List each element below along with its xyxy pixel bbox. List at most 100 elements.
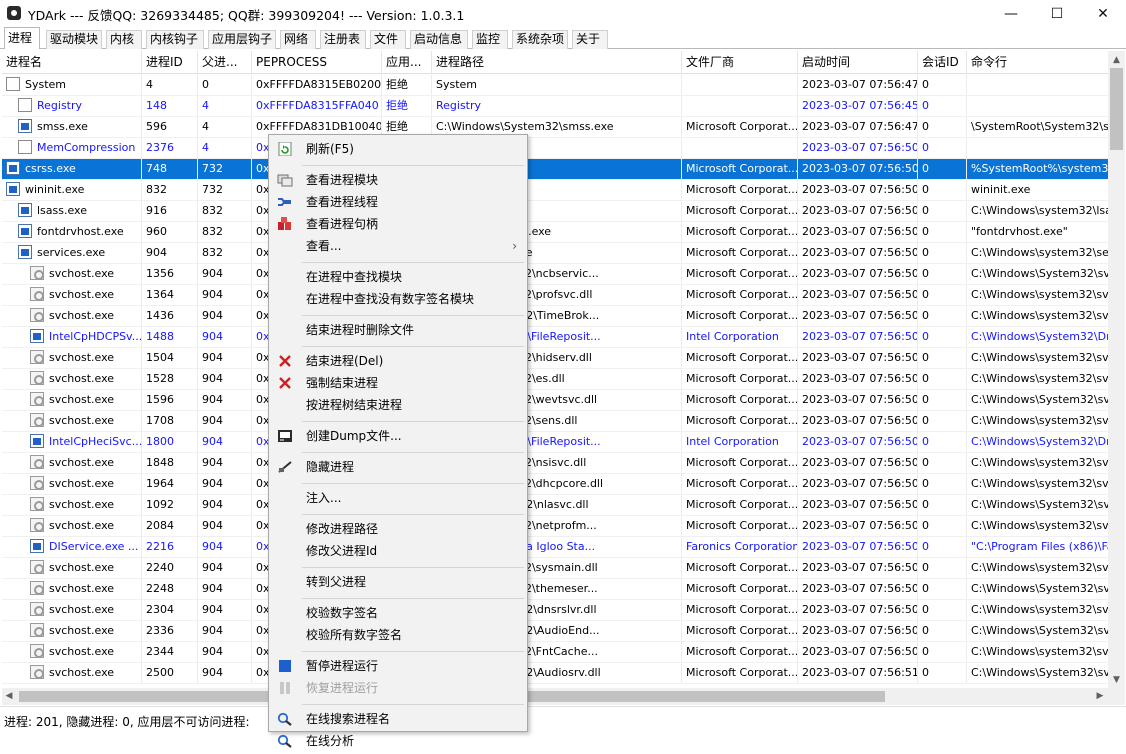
column-header-ppid[interactable]: 父进...: [198, 51, 252, 74]
table-row[interactable]: svchost.exe22489040xindows\system32\them…: [2, 579, 1108, 600]
menu-item-8[interactable]: 在进程中查找没有数字签名模块: [269, 289, 527, 309]
table-row[interactable]: svchost.exe15049040xindows\system32\hids…: [2, 348, 1108, 369]
menu-item-2[interactable]: 查看进程模块: [269, 170, 527, 190]
menu-item-label: 转到父进程: [306, 575, 367, 589]
menu-item-4[interactable]: 查看进程句柄: [269, 214, 527, 234]
menu-item-34[interactable]: 在线分析: [269, 731, 527, 751]
minimize-button[interactable]: —: [988, 0, 1034, 27]
menu-item-7[interactable]: 在进程中查找模块: [269, 267, 527, 287]
process-page-icon: [18, 140, 32, 154]
process-gear-icon: [30, 266, 44, 280]
menu-item-20[interactable]: 注入...: [269, 488, 527, 508]
maximize-button[interactable]: ☐: [1034, 0, 1080, 27]
table-row[interactable]: svchost.exe15289040xindows\system32\es.d…: [2, 369, 1108, 390]
modules-icon: [277, 173, 293, 187]
table-row[interactable]: Registry 148 4 0xFFFFDA8315FFA040 拒绝 Registry…: [2, 96, 1108, 117]
table-row[interactable]: System 4 0 0xFFFFDA8315EB0200 拒绝 System 2023-0…: [2, 75, 1108, 96]
table-row[interactable]: IntelCpHDCPSv...14889040xm32\DriverStore…: [2, 327, 1108, 348]
menu-item-label: 校验数字签名: [306, 606, 379, 620]
column-header-vendor[interactable]: 文件厂商: [682, 51, 798, 74]
table-row[interactable]: DIService.exe ...22169040x86)\Faronics\D…: [2, 537, 1108, 558]
tab-1[interactable]: 驱动模块: [46, 30, 102, 49]
table-row[interactable]: smss.exe 596 4 0xFFFFDA831DB10040 拒绝 C:\Windo…: [2, 117, 1108, 138]
menu-item-18[interactable]: 隐藏进程: [269, 457, 527, 477]
cell-ppid: 904: [198, 558, 252, 578]
table-row[interactable]: lsass.exe9168320xm32\lsass.exeMicrosoft …: [2, 201, 1108, 222]
vertical-scroll-thumb[interactable]: [1110, 68, 1123, 150]
table-row[interactable]: services.exe9048320xm32\services.exeMicr…: [2, 243, 1108, 264]
process-gear-icon: [30, 644, 44, 658]
table-row[interactable]: csrss.exe7487320xm32\csrss.exeMicrosoft …: [2, 159, 1108, 180]
table-row[interactable]: svchost.exe23049040xindows\System32\dnsr…: [2, 600, 1108, 621]
column-header-access[interactable]: 应用...: [382, 51, 432, 74]
menu-item-30[interactable]: 暂停进程运行: [269, 656, 527, 676]
table-row[interactable]: svchost.exe13649040xindows\system32\prof…: [2, 285, 1108, 306]
table-row[interactable]: svchost.exe15969040xindows\system32\wevt…: [2, 390, 1108, 411]
scroll-left-arrow-icon[interactable]: ◀: [4, 691, 14, 701]
table-row[interactable]: svchost.exe18489040xindows\system32\nsis…: [2, 453, 1108, 474]
menu-item-25[interactable]: 转到父进程: [269, 572, 527, 592]
process-name: svchost.exe: [49, 456, 115, 469]
close-button[interactable]: ✕: [1080, 0, 1126, 27]
tab-10[interactable]: 系统杂项: [512, 30, 568, 49]
table-row[interactable]: IntelCpHeciSvc...18009040xm32\DriverStor…: [2, 432, 1108, 453]
menu-item-10[interactable]: 结束进程时删除文件: [269, 320, 527, 340]
cell-name: IntelCpHeciSvc...: [2, 432, 142, 452]
menu-item-13[interactable]: 强制结束进程: [269, 373, 527, 393]
scroll-right-arrow-icon[interactable]: ▶: [1094, 691, 1106, 701]
menu-item-5[interactable]: 查看... ›: [269, 236, 527, 256]
menu-item-28[interactable]: 校验所有数字签名: [269, 625, 527, 645]
menu-item-14[interactable]: 按进程树结束进程: [269, 395, 527, 415]
table-row[interactable]: MemCompression 2376 4 0x 2023-03-07 07:56:50…: [2, 138, 1108, 159]
column-header-time[interactable]: 启动时间: [798, 51, 918, 74]
cell-ppid: 904: [198, 432, 252, 452]
cell-time: 2023-03-07 07:56:47: [798, 117, 918, 137]
table-row[interactable]: svchost.exe13569040xindows\system32\ncbs…: [2, 264, 1108, 285]
table-row[interactable]: svchost.exe20849040xindows\system32\netp…: [2, 516, 1108, 537]
cell-ppid: 904: [198, 390, 252, 410]
cell-session: 0: [918, 180, 967, 200]
table-row[interactable]: svchost.exe23449040xindows\system32\FntC…: [2, 642, 1108, 663]
menu-item-0[interactable]: 刷新(F5): [269, 139, 527, 159]
tab-7[interactable]: 文件: [370, 30, 406, 49]
table-row[interactable]: wininit.exe8327320xm32\wininit.exeMicros…: [2, 180, 1108, 201]
table-row[interactable]: svchost.exe10929040xindows\System32\nlas…: [2, 495, 1108, 516]
scroll-up-arrow-icon[interactable]: ▲: [1108, 55, 1125, 65]
tab-8[interactable]: 启动信息: [410, 30, 468, 49]
column-header-pid[interactable]: 进程ID: [142, 51, 198, 74]
menu-item-23[interactable]: 修改父进程Id: [269, 541, 527, 561]
tab-5[interactable]: 网络: [280, 30, 316, 49]
tab-3[interactable]: 内核钩子: [146, 30, 204, 49]
tab-4[interactable]: 应用层钩子: [208, 30, 276, 49]
table-row[interactable]: svchost.exe23369040xindows\System32\Audi…: [2, 621, 1108, 642]
tab-2[interactable]: 内核: [106, 30, 142, 49]
table-row[interactable]: svchost.exe14369040xindows\System32\Time…: [2, 306, 1108, 327]
table-row[interactable]: svchost.exe25009040xindows\System32\Audi…: [2, 663, 1108, 684]
menu-item-12[interactable]: 结束进程(Del): [269, 351, 527, 371]
menu-item-31: 恢复进程运行: [269, 678, 527, 698]
tab-0[interactable]: 进程: [4, 27, 40, 49]
cell-name: svchost.exe: [2, 369, 142, 389]
cell-session: 0: [918, 264, 967, 284]
menu-item-16[interactable]: 创建Dump文件...: [269, 426, 527, 446]
column-header-path[interactable]: 进程路径: [432, 51, 682, 74]
table-row[interactable]: svchost.exe17089040xindows\system32\sens…: [2, 411, 1108, 432]
process-name: svchost.exe: [49, 309, 115, 322]
tab-9[interactable]: 监控: [472, 30, 508, 49]
cell-ppid: 904: [198, 516, 252, 536]
table-row[interactable]: svchost.exe22409040xindows\system32\sysm…: [2, 558, 1108, 579]
menu-item-22[interactable]: 修改进程路径: [269, 519, 527, 539]
menu-item-33[interactable]: 在线搜索进程名: [269, 709, 527, 729]
column-header-name[interactable]: 进程名: [2, 51, 142, 74]
table-row[interactable]: svchost.exe19649040xindows\system32\dhcp…: [2, 474, 1108, 495]
menu-item-3[interactable]: 查看进程线程: [269, 192, 527, 212]
tab-11[interactable]: 关于: [572, 30, 608, 49]
column-header-eproc[interactable]: PEPROCESS: [252, 51, 382, 74]
cell-time: 2023-03-07 07:56:50: [798, 579, 918, 599]
tab-6[interactable]: 注册表: [320, 30, 366, 49]
table-row[interactable]: fontdrvhost.exe9608320xm32\fontdrvhost.e…: [2, 222, 1108, 243]
scroll-down-arrow-icon[interactable]: ▼: [1108, 675, 1125, 685]
menu-item-27[interactable]: 校验数字签名: [269, 603, 527, 623]
column-header-cmd[interactable]: 命令行: [967, 51, 1108, 74]
column-header-session[interactable]: 会话ID: [918, 51, 967, 74]
